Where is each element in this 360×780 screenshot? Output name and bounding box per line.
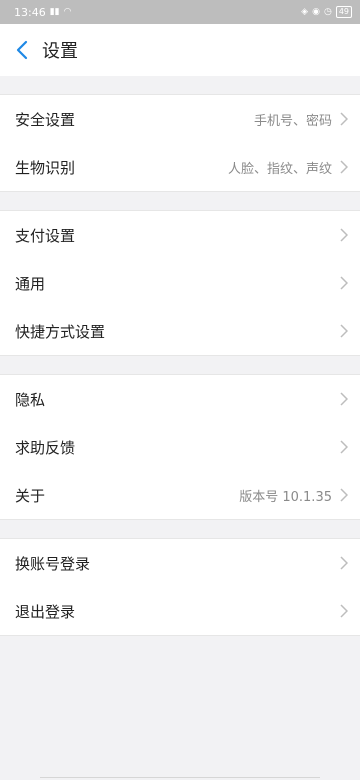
back-button[interactable] bbox=[2, 24, 42, 76]
settings-item-label: 快捷方式设置 bbox=[15, 322, 106, 341]
header: 设置 bbox=[0, 24, 360, 76]
battery-indicator: 49 bbox=[335, 6, 352, 18]
settings-item-privacy[interactable]: 隐私 bbox=[0, 375, 360, 423]
shield-icon: ◈ bbox=[301, 6, 309, 17]
settings-group-account: 安全设置 手机号、密码 生物识别 人脸、指纹、声纹 bbox=[0, 95, 360, 192]
chevron-right-icon bbox=[340, 276, 348, 290]
settings-item-shortcuts[interactable]: 快捷方式设置 bbox=[0, 307, 360, 355]
chevron-right-icon bbox=[340, 228, 348, 242]
settings-item-label: 退出登录 bbox=[15, 602, 76, 621]
signal-icon: ▮▮ bbox=[49, 6, 60, 17]
settings-item-feedback[interactable]: 求助反馈 bbox=[0, 423, 360, 471]
settings-item-label: 通用 bbox=[15, 274, 46, 293]
settings-item-label: 生物识别 bbox=[15, 158, 76, 177]
back-arrow-icon bbox=[16, 40, 28, 60]
settings-item-label: 隐私 bbox=[15, 390, 46, 409]
status-left: 13:46 ▮▮ ◠ bbox=[14, 6, 71, 19]
section-gap bbox=[0, 520, 360, 539]
status-right: ◈ ◉ ◷ 49 bbox=[301, 6, 352, 18]
section-gap bbox=[0, 192, 360, 211]
status-time: 13:46 bbox=[14, 5, 46, 19]
navigation-gesture-bar bbox=[40, 777, 320, 778]
settings-item-label: 换账号登录 bbox=[15, 554, 91, 573]
settings-group-general: 支付设置 通用 快捷方式设置 bbox=[0, 211, 360, 356]
chevron-right-icon bbox=[340, 604, 348, 618]
settings-item-security[interactable]: 安全设置 手机号、密码 bbox=[0, 95, 360, 143]
settings-item-payment[interactable]: 支付设置 bbox=[0, 211, 360, 259]
chevron-right-icon bbox=[340, 440, 348, 454]
chevron-right-icon bbox=[340, 324, 348, 338]
section-gap bbox=[0, 356, 360, 375]
notification-icon: ◉ bbox=[312, 6, 320, 17]
settings-item-general[interactable]: 通用 bbox=[0, 259, 360, 307]
settings-item-biometrics[interactable]: 生物识别 人脸、指纹、声纹 bbox=[0, 143, 360, 191]
chevron-right-icon bbox=[340, 488, 348, 502]
chevron-right-icon bbox=[340, 112, 348, 126]
alarm-icon: ◷ bbox=[323, 6, 332, 17]
settings-item-label: 求助反馈 bbox=[15, 438, 76, 457]
settings-item-switch-account[interactable]: 换账号登录 bbox=[0, 539, 360, 587]
chevron-right-icon bbox=[340, 556, 348, 570]
settings-item-logout[interactable]: 退出登录 bbox=[0, 587, 360, 635]
settings-item-value: 手机号、密码 bbox=[253, 113, 332, 129]
section-gap bbox=[0, 76, 360, 95]
wifi-icon: ◠ bbox=[63, 6, 72, 17]
settings-item-value: 版本号 10.1.35 bbox=[239, 489, 332, 505]
settings-item-label: 关于 bbox=[15, 486, 46, 505]
chevron-right-icon bbox=[340, 160, 348, 174]
chevron-right-icon bbox=[340, 392, 348, 406]
page-title: 设置 bbox=[42, 41, 78, 62]
settings-item-label: 安全设置 bbox=[15, 110, 76, 129]
settings-group-login: 换账号登录 退出登录 bbox=[0, 539, 360, 636]
settings-item-value: 人脸、指纹、声纹 bbox=[227, 161, 332, 177]
settings-group-about: 隐私 求助反馈 关于 版本号 10.1.35 bbox=[0, 375, 360, 520]
settings-item-about[interactable]: 关于 版本号 10.1.35 bbox=[0, 471, 360, 519]
status-bar: 13:46 ▮▮ ◠ ◈ ◉ ◷ 49 bbox=[0, 0, 360, 24]
settings-item-label: 支付设置 bbox=[15, 226, 76, 245]
